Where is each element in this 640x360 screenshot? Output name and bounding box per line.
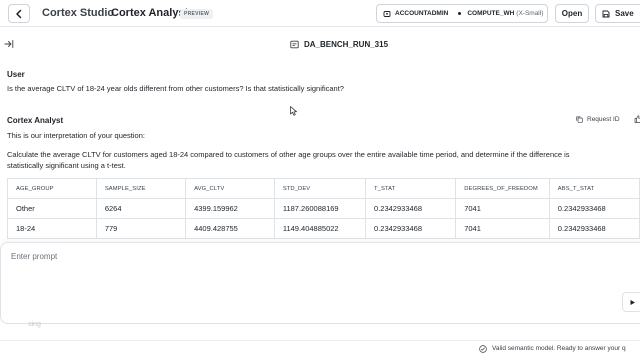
table-cell: 779	[95, 218, 187, 239]
context-selector[interactable]: ACCOUNTADMIN COMPUTE_WH (X-Small)	[376, 4, 548, 23]
warehouse-name: COMPUTE_WH	[467, 10, 515, 17]
table-cell: 0.2342933468	[365, 198, 457, 219]
table-cell: 0.2342933468	[548, 198, 640, 219]
play-icon	[630, 299, 635, 305]
table-cell: 0.2342933468	[365, 218, 457, 239]
table-cell: 6264	[95, 198, 187, 219]
prompt-input[interactable]	[11, 252, 411, 261]
table-header-row: AGE_GROUP SAMPLE_SIZE AVG_CLTV STD_DEV T…	[7, 178, 640, 199]
column-header[interactable]: AGE_GROUP	[7, 178, 97, 199]
status-text: Valid semantic model. Ready to answer yo…	[492, 345, 626, 352]
chevron-left-icon	[16, 9, 22, 18]
warehouse-size: (X-Small)	[516, 10, 544, 17]
role-icon	[383, 10, 391, 17]
open-button[interactable]: Open	[555, 4, 589, 23]
preview-badge: PREVIEW	[180, 9, 214, 19]
interpretation-line-1: Calculate the average CLTV for customers…	[7, 150, 570, 159]
thumbs-up-icon[interactable]	[634, 115, 640, 123]
back-button[interactable]	[8, 4, 30, 23]
table-row: Other 6264 4399.159962 1187.260088169 0.…	[7, 198, 640, 219]
save-icon	[602, 10, 610, 17]
table-cell: 4399.159962	[185, 198, 275, 219]
column-header[interactable]: AVG_CLTV	[185, 178, 275, 199]
run-title: DA_BENCH_RUN_315	[304, 40, 389, 49]
table-cell: 4409.428755	[185, 218, 275, 239]
top-bar: Cortex Studio Cortex Analyst PREVIEW ACC…	[0, 0, 640, 27]
table-cell: 0.2342933468	[548, 218, 640, 239]
user-question: Is the average CLTV of 18-24 year olds d…	[7, 84, 344, 93]
table-cell: Other	[7, 198, 97, 219]
brand-name: Cortex Studio	[42, 7, 115, 19]
role-name: ACCOUNTADMIN	[395, 10, 449, 17]
send-button[interactable]	[622, 292, 640, 312]
result-table: AGE_GROUP SAMPLE_SIZE AVG_CLTV STD_DEV T…	[7, 178, 640, 239]
run-header: DA_BENCH_RUN_315	[0, 28, 640, 60]
column-header[interactable]: STD_DEV	[273, 178, 367, 199]
table-cell: 1149.404885022	[273, 218, 367, 239]
save-label: Save	[615, 9, 634, 18]
table-cell: 18-24	[7, 218, 97, 239]
separator-dot-icon	[458, 12, 462, 15]
request-id-label: Request ID	[587, 116, 620, 123]
app-title: Cortex Analyst	[111, 7, 189, 19]
interpretation-intro: This is our interpretation of your quest…	[7, 131, 145, 140]
mouse-cursor-icon	[290, 106, 297, 116]
column-header[interactable]: T_STAT	[365, 178, 457, 199]
interpretation-line-2: statistically significant using a t-test…	[7, 161, 126, 170]
check-circle-icon	[479, 345, 487, 353]
save-button[interactable]: Save	[595, 4, 640, 23]
table-cell: 7041	[455, 218, 550, 239]
column-header[interactable]: DEGREES_OF_FREEDOM	[455, 178, 550, 199]
analyst-label: Cortex Analyst	[7, 116, 64, 125]
column-header[interactable]: SAMPLE_SIZE	[95, 178, 187, 199]
request-id-button[interactable]: Request ID	[576, 116, 620, 123]
collapse-panel-icon[interactable]	[4, 39, 14, 49]
table-cell: 1187.260088169	[273, 198, 367, 219]
user-label: User	[7, 70, 25, 79]
copy-icon	[576, 116, 583, 123]
table-row: 18-24 779 4409.428755 1149.404885022 0.2…	[7, 218, 640, 239]
faded-text: sing	[28, 321, 41, 328]
table-cell: 7041	[455, 198, 550, 219]
file-icon	[290, 40, 299, 49]
column-header[interactable]: ABS_T_STAT	[548, 178, 640, 199]
